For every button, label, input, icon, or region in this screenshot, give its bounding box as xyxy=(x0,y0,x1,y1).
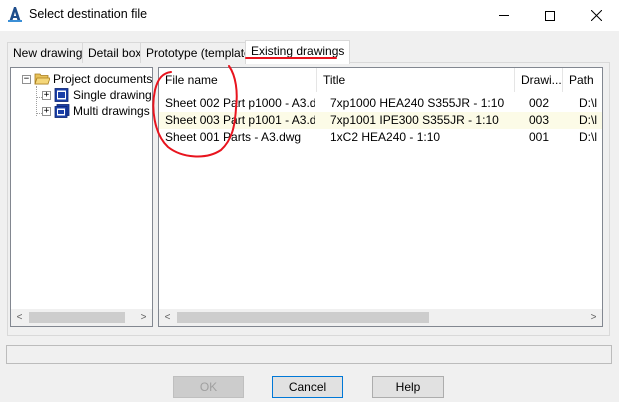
tab-detail-box[interactable]: Detail box xyxy=(82,42,148,63)
tab-label: Detail box xyxy=(88,46,142,60)
cell-file-name: Sheet 002 Part p1000 - A3.dwg xyxy=(165,96,315,110)
cell-path: D:\l xyxy=(579,130,597,144)
tree-item-label: Multi drawings xyxy=(73,104,150,118)
tree-item-single-drawings[interactable]: + Single drawings xyxy=(42,88,153,102)
table-row[interactable]: Sheet 001 Parts - A3.dwg 1xC2 HEA240 - 1… xyxy=(159,129,602,146)
cell-title: 7xp1000 HEA240 S355JR - 1:10 xyxy=(330,96,505,110)
cell-title: 7xp1001 IPE300 S355JR - 1:10 xyxy=(330,113,499,127)
list-horizontal-scrollbar[interactable]: < > xyxy=(159,309,602,326)
window-title: Select destination file xyxy=(29,7,148,21)
cancel-button[interactable]: Cancel xyxy=(272,376,343,398)
scroll-right-icon[interactable]: > xyxy=(585,309,602,326)
scroll-left-icon[interactable]: < xyxy=(159,309,176,326)
drawings-list[interactable]: File name Title Drawi... Path Sheet 002 … xyxy=(158,67,603,327)
tree-horizontal-scrollbar[interactable]: < > xyxy=(11,309,152,326)
scroll-thumb[interactable] xyxy=(177,312,429,323)
table-row[interactable]: Sheet 002 Part p1000 - A3.dwg 7xp1000 HE… xyxy=(159,95,602,112)
title-bar: Select destination file xyxy=(0,0,619,31)
cell-drawing: 003 xyxy=(529,113,550,127)
tree-item-multi-drawings[interactable]: + Multi drawings xyxy=(42,104,150,118)
scroll-left-icon[interactable]: < xyxy=(11,309,28,326)
open-folder-icon xyxy=(34,73,50,85)
column-header-path[interactable]: Path xyxy=(563,68,602,92)
app-logo-icon xyxy=(7,6,23,23)
single-drawing-icon xyxy=(54,88,69,102)
tab-prototype[interactable]: Prototype (template) xyxy=(140,42,261,63)
tree-item-project-documents[interactable]: − Project documents xyxy=(22,72,152,86)
column-header-file-name[interactable]: File name xyxy=(159,68,316,92)
minimize-button[interactable] xyxy=(481,0,527,31)
column-header-title[interactable]: Title xyxy=(317,68,514,92)
close-button[interactable] xyxy=(573,0,619,31)
cell-path: D:\l xyxy=(579,113,597,127)
table-row[interactable]: Sheet 003 Part p1001 - A3.dwg 7xp1001 IP… xyxy=(159,112,602,129)
tab-existing-drawings[interactable]: Existing drawings xyxy=(245,40,351,64)
project-tree[interactable]: − Project documents + Single drawings + … xyxy=(10,67,153,327)
collapse-expander-icon[interactable]: − xyxy=(22,74,31,84)
multi-drawing-icon xyxy=(54,104,70,118)
help-button[interactable]: Help xyxy=(372,376,444,398)
tree-item-label: Project documents xyxy=(53,72,153,86)
cell-drawing: 001 xyxy=(529,130,550,144)
expand-expander-icon[interactable]: + xyxy=(42,90,51,100)
ok-button[interactable]: OK xyxy=(173,376,244,398)
scroll-right-icon[interactable]: > xyxy=(135,309,152,326)
maximize-button[interactable] xyxy=(527,0,573,31)
close-icon xyxy=(590,10,602,21)
cell-title: 1xC2 HEA240 - 1:10 xyxy=(330,130,441,144)
column-header-drawing[interactable]: Drawi... xyxy=(515,68,562,92)
scroll-thumb[interactable] xyxy=(29,312,125,323)
tab-label: Prototype (template) xyxy=(146,46,255,60)
cell-drawing: 002 xyxy=(529,96,550,110)
cell-file-name: Sheet 003 Part p1001 - A3.dwg xyxy=(165,113,315,127)
cell-path: D:\l xyxy=(579,96,597,110)
progress-bar xyxy=(6,345,612,364)
maximize-icon xyxy=(545,10,555,21)
expand-expander-icon[interactable]: + xyxy=(42,106,51,116)
cell-file-name: Sheet 001 Parts - A3.dwg xyxy=(165,130,302,144)
minimize-icon xyxy=(499,15,509,16)
tree-item-label: Single drawings xyxy=(73,88,153,102)
tab-label: New drawing xyxy=(13,46,83,60)
tab-label: Existing drawings xyxy=(251,44,345,58)
tab-new-drawing[interactable]: New drawing xyxy=(7,42,89,63)
